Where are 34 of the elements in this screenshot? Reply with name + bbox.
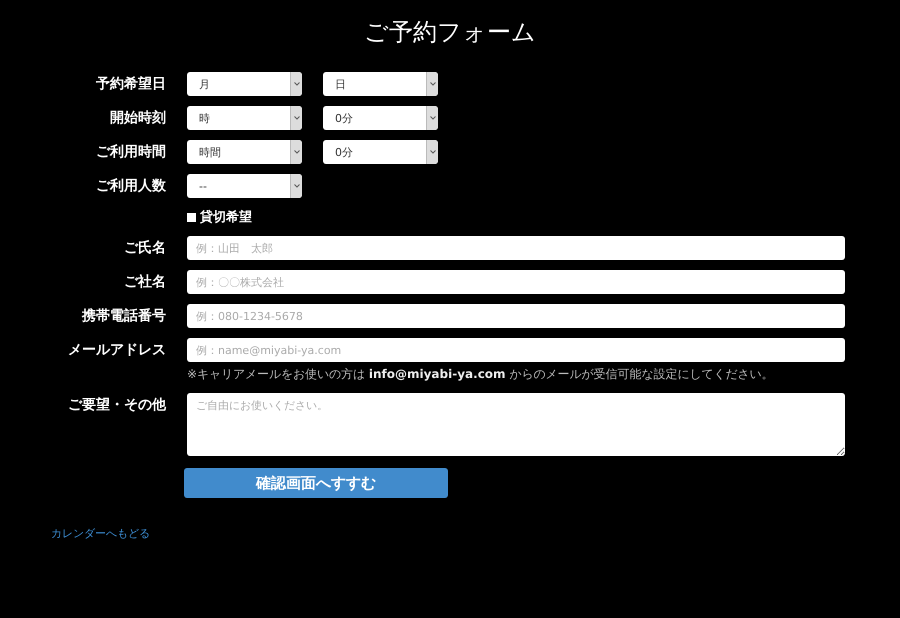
field-label: ご社名 [123, 273, 166, 291]
input-field[interactable]: 例：name@miyabi-ya.com [187, 338, 845, 362]
checkbox-label: 貸切希望 [200, 208, 252, 226]
chevron-down-icon [294, 150, 300, 154]
field-label: ご利用時間 [95, 143, 166, 161]
dropdown-select[interactable]: -- [187, 174, 302, 198]
chevron-down-icon [430, 116, 436, 120]
dropdown-select[interactable]: 0分 [323, 140, 438, 164]
field-label: メールアドレス [67, 341, 166, 359]
note-text: ※キャリアメールをお使いの方は info@miyabi-ya.com からのメールが受信可能な設定にしてください。 [187, 366, 774, 383]
checkbox[interactable] [187, 212, 196, 222]
chevron-down-icon [294, 116, 300, 120]
field-label: 携帯電話番号 [80, 307, 166, 325]
chevron-down-icon [294, 82, 300, 86]
input-field[interactable]: 例：山田 太郎 [187, 236, 845, 260]
dropdown-select[interactable]: 0分 [323, 106, 438, 130]
submit-button[interactable]: 確認画面へすすむ [184, 468, 448, 498]
form-title: ご予約フォーム [363, 17, 537, 48]
field-label: 予約希望日 [95, 75, 166, 93]
dropdown-select[interactable]: 日 [323, 72, 438, 96]
back-link[interactable]: カレンダーへもどる [51, 526, 150, 541]
chevron-down-icon [430, 150, 436, 154]
dropdown-select[interactable]: 月 [187, 72, 302, 96]
dropdown-select[interactable]: 時 [187, 106, 302, 130]
dropdown-select[interactable]: 時間 [187, 140, 302, 164]
field-label: ご要望・その他 [67, 396, 166, 414]
chevron-down-icon [430, 82, 436, 86]
field-label: ご氏名 [123, 239, 166, 257]
chevron-down-icon [294, 184, 300, 188]
field-label: ご利用人数 [95, 177, 166, 195]
textarea-field[interactable]: ご自由にお使いください。 [187, 393, 845, 456]
input-field[interactable]: 例：〇〇株式会社 [187, 270, 845, 294]
field-label: 開始時刻 [109, 109, 166, 127]
input-field[interactable]: 例：080-1234-5678 [187, 304, 845, 328]
